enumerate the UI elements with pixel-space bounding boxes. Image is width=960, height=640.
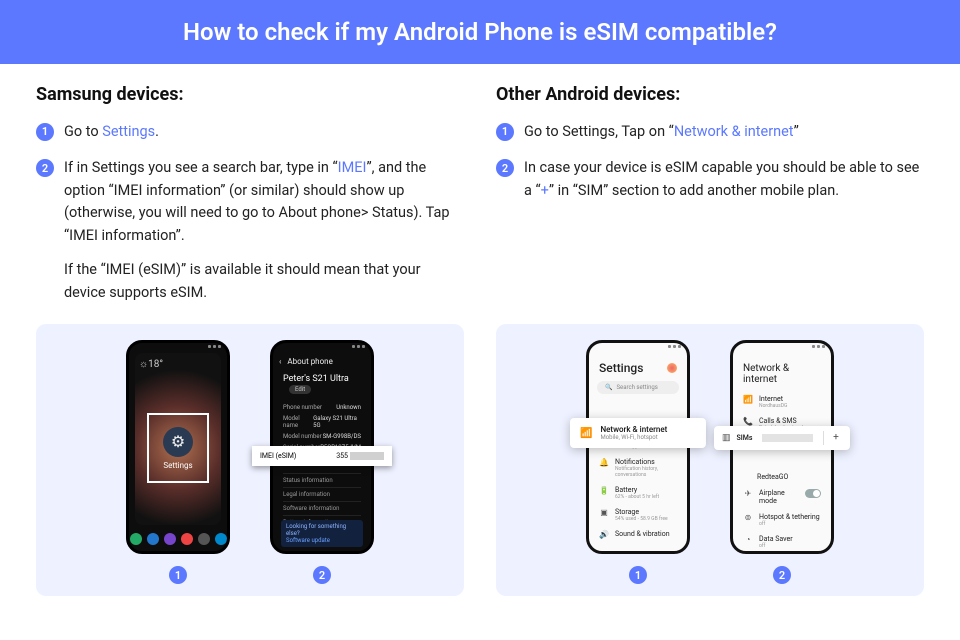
airplane-toggle[interactable] bbox=[805, 489, 821, 498]
other-heading: Other Android devices: bbox=[496, 84, 924, 105]
network-internet-link[interactable]: Network & internet bbox=[674, 123, 794, 140]
sims-label: SIMs bbox=[737, 434, 753, 442]
settings-row-sound[interactable]: 🔊Sound & vibration bbox=[589, 526, 687, 543]
back-icon[interactable]: ‹ bbox=[279, 357, 281, 366]
storage-icon: ▣ bbox=[599, 508, 609, 517]
step-text: In case your device is eSIM capable you … bbox=[524, 157, 924, 202]
wifi-icon: 📶 bbox=[743, 395, 753, 404]
settings-app-tile[interactable]: ⚙ Settings bbox=[147, 413, 209, 483]
sim-icon: ▥ bbox=[722, 433, 731, 443]
search-settings-input[interactable]: 🔍 Search settings bbox=[597, 381, 679, 394]
phones-row: ☼18° ⚙ Settings 1 ‹ Abou bbox=[0, 324, 960, 596]
step-badge: 1 bbox=[496, 123, 514, 141]
imei-masked bbox=[350, 452, 384, 460]
gear-icon: ⚙ bbox=[163, 427, 193, 457]
settings-app-label: Settings bbox=[163, 461, 192, 470]
battery-icon: 🔋 bbox=[599, 486, 609, 495]
ni-callout-desc: Mobile, Wi-Fi, hotspot bbox=[600, 434, 667, 441]
ni-row-vpn[interactable]: 🔑VPNNone bbox=[733, 553, 831, 554]
figure-badge: 1 bbox=[629, 566, 647, 584]
ni-row-provider[interactable]: RedteaGO bbox=[733, 469, 831, 485]
step-text: If the “IMEI (eSIM)” is available it sho… bbox=[64, 259, 464, 304]
samsung-step-2: 2 If in Settings you see a search bar, t… bbox=[36, 157, 464, 304]
ni-row-datasaver[interactable]: ◔Data Saveroff bbox=[733, 531, 831, 553]
imei-link[interactable]: IMEI bbox=[338, 159, 367, 176]
hotspot-icon: ⊚ bbox=[743, 513, 753, 522]
step-text: Go to Settings. bbox=[64, 121, 464, 143]
other-step-1: 1 Go to Settings, Tap on “Network & inte… bbox=[496, 121, 924, 143]
plus-link[interactable]: + bbox=[541, 182, 549, 199]
samsung-column: Samsung devices: 1 Go to Settings. 2 If … bbox=[36, 84, 464, 318]
avatar-icon[interactable] bbox=[667, 363, 677, 373]
phone-icon: 📞 bbox=[743, 417, 753, 426]
step-text: Go to Settings, Tap on “Network & intern… bbox=[524, 121, 924, 143]
wifi-icon: 📶 bbox=[580, 428, 592, 439]
samsung-step-1: 1 Go to Settings. bbox=[36, 121, 464, 143]
sound-icon: 🔊 bbox=[599, 530, 609, 539]
edit-button[interactable]: Edit bbox=[289, 385, 311, 394]
settings-screen-title: Settings bbox=[599, 361, 643, 375]
ni-row-hotspot[interactable]: ⊚Hotspot & tetheringoff bbox=[733, 509, 831, 531]
imei-prefix: 355 bbox=[336, 452, 348, 460]
figure-badge: 2 bbox=[313, 566, 331, 584]
step-badge: 2 bbox=[496, 159, 514, 177]
sim-masked bbox=[762, 434, 813, 442]
about-phone-header: About phone bbox=[287, 357, 332, 366]
other-phone-1-col: Settings 🔍 Search settings ▦AppsAssistan… bbox=[586, 340, 690, 584]
samsung-heading: Samsung devices: bbox=[36, 84, 464, 105]
settings-row-storage[interactable]: ▣Storage54% used - 58.9 GB free bbox=[589, 504, 687, 526]
settings-link[interactable]: Settings bbox=[102, 123, 155, 140]
sims-callout: ▥ SIMs + bbox=[714, 426, 850, 450]
search-icon: 🔍 bbox=[605, 384, 612, 391]
bell-icon: 🔔 bbox=[599, 458, 609, 467]
other-phones-panel: Settings 🔍 Search settings ▦AppsAssistan… bbox=[496, 324, 924, 596]
airplane-icon: ✈ bbox=[743, 489, 753, 498]
footer-card[interactable]: Looking for something else? Software upd… bbox=[281, 520, 363, 547]
samsung-phone-2-col: ‹ About phone Peter's S21 Ultra Edit Pho… bbox=[270, 340, 374, 584]
other-phone-2-col: Network & internet 📶InternetNordhausDG 📞… bbox=[730, 340, 834, 584]
page-title: How to check if my Android Phone is eSIM… bbox=[183, 18, 777, 46]
network-internet-callout[interactable]: 📶 Network & internet Mobile, Wi-Fi, hots… bbox=[570, 418, 706, 448]
samsung-phones-panel: ☼18° ⚙ Settings 1 ‹ Abou bbox=[36, 324, 464, 596]
other-column: Other Android devices: 1 Go to Settings,… bbox=[496, 84, 924, 318]
network-internet-title: Network & internet bbox=[733, 353, 831, 391]
settings-row-notifications[interactable]: 🔔NotificationsNotification history, conv… bbox=[589, 454, 687, 482]
step-badge: 2 bbox=[36, 159, 54, 177]
samsung-phone-1-col: ☼18° ⚙ Settings 1 bbox=[126, 340, 230, 584]
ni-callout-title: Network & internet bbox=[600, 425, 667, 434]
imei-esim-label: IMEI (eSIM) bbox=[260, 452, 296, 460]
step-badge: 1 bbox=[36, 123, 54, 141]
app-dock bbox=[129, 533, 227, 545]
imei-esim-callout: IMEI (eSIM) 355 bbox=[252, 446, 392, 466]
samsung-phone-homescreen: ☼18° ⚙ Settings bbox=[126, 340, 230, 554]
ni-row-airplane[interactable]: ✈Airplane mode bbox=[733, 485, 831, 509]
page-header: How to check if my Android Phone is eSIM… bbox=[0, 0, 960, 64]
other-step-2: 2 In case your device is eSIM capable yo… bbox=[496, 157, 924, 202]
ni-row-internet[interactable]: 📶InternetNordhausDG bbox=[733, 391, 831, 413]
content-columns: Samsung devices: 1 Go to Settings. 2 If … bbox=[0, 64, 960, 318]
datasaver-icon: ◔ bbox=[743, 535, 753, 544]
device-name: Peter's S21 Ultra Edit bbox=[273, 370, 371, 398]
weather-widget: ☼18° bbox=[139, 359, 163, 370]
figure-badge: 2 bbox=[773, 566, 791, 584]
figure-badge: 1 bbox=[169, 566, 187, 584]
settings-row-battery[interactable]: 🔋Battery62% - about 5 hr left bbox=[589, 482, 687, 504]
step-text: If in Settings you see a search bar, typ… bbox=[64, 157, 464, 247]
add-sim-plus-icon[interactable]: + bbox=[830, 432, 842, 444]
